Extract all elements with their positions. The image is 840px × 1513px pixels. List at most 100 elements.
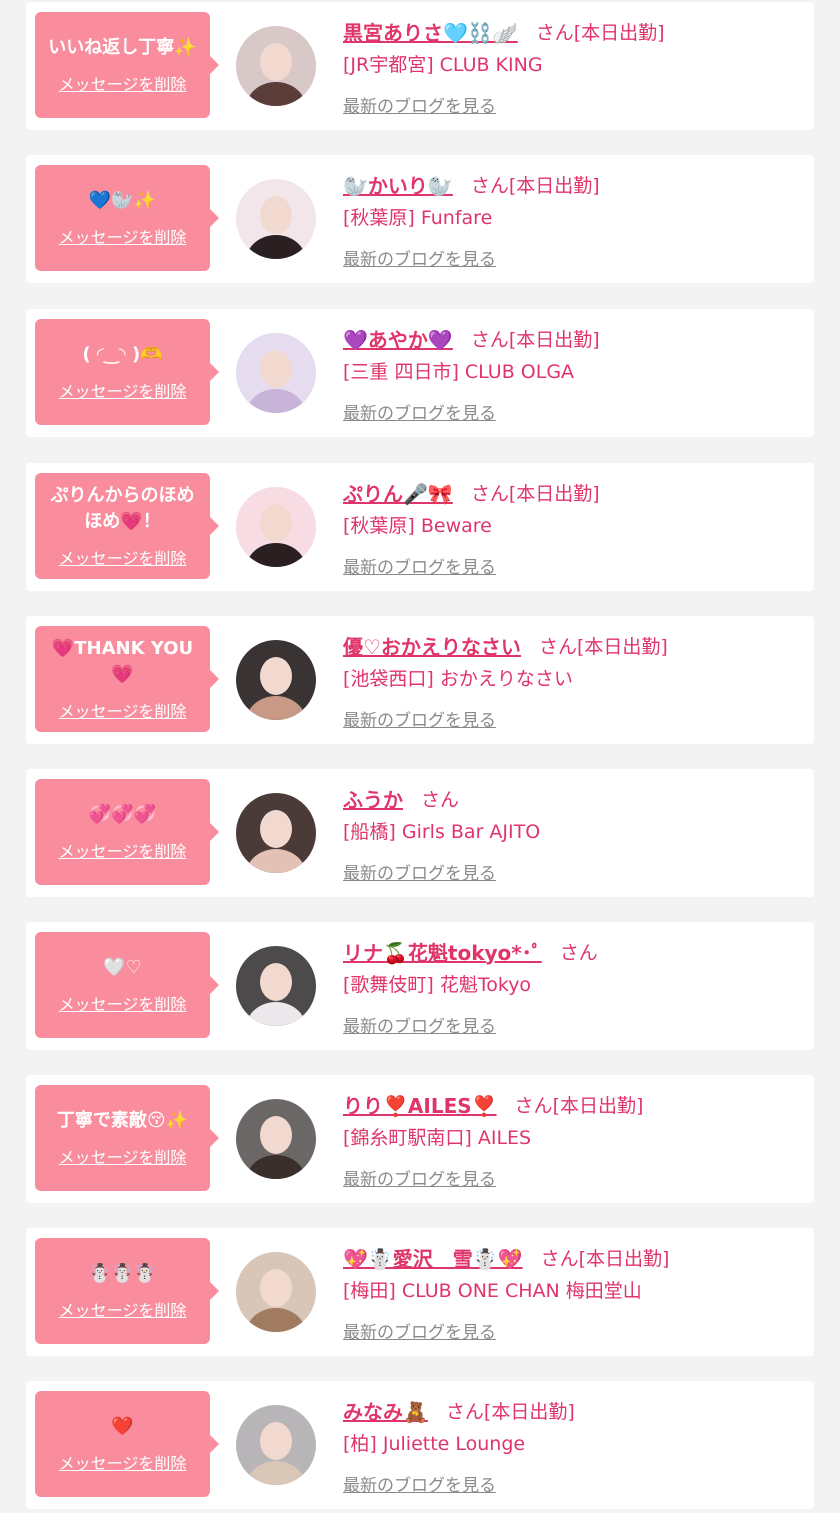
avatar-photo bbox=[236, 640, 316, 720]
cast-name-link[interactable]: 🦭かいり🦭 bbox=[343, 170, 453, 199]
message-text: 🤍♡ bbox=[103, 957, 142, 978]
view-blog-link[interactable]: 最新のブログを見る bbox=[343, 1318, 496, 1343]
message-bubble: 💙🦭✨ メッセージを削除 bbox=[35, 165, 219, 271]
shop-info: [梅田] CLUB ONE CHAN 梅田堂山 bbox=[343, 1280, 642, 1302]
view-blog-link[interactable]: 最新のブログを見る bbox=[343, 245, 496, 270]
cast-card: いいね返し丁寧✨ メッセージを削除 黒宮ありさ🩵⛓️🪽 さん [本日出勤] [J… bbox=[26, 2, 814, 130]
view-blog-link[interactable]: 最新のブログを見る bbox=[343, 859, 496, 884]
cast-card: 💞💞💞 メッセージを削除 ふうか さん [船橋] Girls Bar AJITO… bbox=[26, 769, 814, 897]
avatar[interactable] bbox=[236, 487, 316, 567]
favorite-cast-list: いいね返し丁寧✨ メッセージを削除 黒宮ありさ🩵⛓️🪽 さん [本日出勤] [J… bbox=[0, 0, 840, 1513]
message-text: ☃️☃️☃️ bbox=[88, 1263, 157, 1284]
honorific: さん bbox=[421, 788, 460, 811]
view-blog-link[interactable]: 最新のブログを見る bbox=[343, 1012, 496, 1037]
avatar-photo bbox=[236, 179, 316, 259]
cast-card: 丁寧で素敵😚✨ メッセージを削除 りり❣️AILES❣️ さん [本日出勤] [… bbox=[26, 1075, 814, 1203]
honorific: さん bbox=[470, 174, 509, 197]
shop-info: [歌舞伎町] 花魁Tokyo bbox=[343, 974, 532, 996]
message-text: ( ◜‿◝ )🫶 bbox=[82, 344, 163, 365]
delete-message-link[interactable]: メッセージを削除 bbox=[59, 378, 187, 402]
delete-message-link[interactable]: メッセージを削除 bbox=[59, 1450, 187, 1474]
delete-message-link[interactable]: メッセージを削除 bbox=[59, 838, 187, 862]
cast-name-link[interactable]: ふうか bbox=[343, 784, 403, 813]
shop-info: [秋葉原] Beware bbox=[343, 515, 492, 537]
attendance-status: [本日出勤] bbox=[508, 328, 600, 351]
avatar-photo bbox=[236, 1252, 316, 1332]
attendance-status: [本日出勤] bbox=[483, 1400, 575, 1423]
avatar[interactable] bbox=[236, 1405, 316, 1485]
cast-info: りり❣️AILES❣️ さん [本日出勤] [錦糸町駅南口] AILES 最新の… bbox=[343, 1087, 804, 1191]
delete-message-link[interactable]: メッセージを削除 bbox=[59, 224, 187, 248]
avatar[interactable] bbox=[236, 26, 316, 106]
message-bubble: ❤️ メッセージを削除 bbox=[35, 1391, 219, 1497]
avatar-photo bbox=[236, 487, 316, 567]
shop-info: [池袋西口] おかえりなさい bbox=[343, 668, 573, 690]
attendance-status: [本日出勤] bbox=[573, 21, 665, 44]
shop-info: [秋葉原] Funfare bbox=[343, 207, 493, 229]
avatar-photo bbox=[236, 1099, 316, 1179]
avatar[interactable] bbox=[236, 333, 316, 413]
message-bubble: ☃️☃️☃️ メッセージを削除 bbox=[35, 1238, 219, 1344]
honorific: さん bbox=[559, 941, 598, 964]
cast-info: 💜あやか💜 さん [本日出勤] [三重 四日市] CLUB OLGA 最新のブロ… bbox=[343, 321, 804, 425]
honorific: さん bbox=[470, 328, 509, 351]
cast-name-link[interactable]: 優♡おかえりなさい bbox=[343, 631, 521, 660]
cast-name-link[interactable]: 💖☃️愛沢＿雪☃️💖 bbox=[343, 1243, 523, 1272]
shop-info: [柏] Juliette Lounge bbox=[343, 1433, 526, 1455]
cast-info: 黒宮ありさ🩵⛓️🪽 さん [本日出勤] [JR宇都宮] CLUB KING 最新… bbox=[343, 14, 804, 118]
message-bubble: 💞💞💞 メッセージを削除 bbox=[35, 779, 219, 885]
view-blog-link[interactable]: 最新のブログを見る bbox=[343, 1165, 496, 1190]
cast-info: ふうか さん [船橋] Girls Bar AJITO 最新のブログを見る bbox=[343, 781, 804, 885]
cast-card: ( ◜‿◝ )🫶 メッセージを削除 💜あやか💜 さん [本日出勤] [三重 四日… bbox=[26, 309, 814, 437]
shop-info: [船橋] Girls Bar AJITO bbox=[343, 821, 541, 843]
cast-name-link[interactable]: みなみ🧸 bbox=[343, 1396, 428, 1425]
shop-info: [錦糸町駅南口] AILES bbox=[343, 1127, 532, 1149]
avatar[interactable] bbox=[236, 1252, 316, 1332]
cast-card: 💙🦭✨ メッセージを削除 🦭かいり🦭 さん [本日出勤] [秋葉原] Funfa… bbox=[26, 155, 814, 283]
delete-message-link[interactable]: メッセージを削除 bbox=[59, 698, 187, 722]
view-blog-link[interactable]: 最新のブログを見る bbox=[343, 92, 496, 117]
avatar[interactable] bbox=[236, 946, 316, 1026]
delete-message-link[interactable]: メッセージを削除 bbox=[59, 1297, 187, 1321]
attendance-status: [本日出勤] bbox=[552, 1094, 644, 1117]
delete-message-link[interactable]: メッセージを削除 bbox=[59, 71, 187, 95]
cast-info: リナ🍒花魁tokyo*･ﾟ さん [歌舞伎町] 花魁Tokyo 最新のブログを見… bbox=[343, 934, 804, 1038]
message-bubble: 丁寧で素敵😚✨ メッセージを削除 bbox=[35, 1085, 219, 1191]
message-text: いいね返し丁寧✨ bbox=[48, 37, 197, 58]
cast-name-link[interactable]: 💜あやか💜 bbox=[343, 324, 453, 353]
delete-message-link[interactable]: メッセージを削除 bbox=[59, 545, 187, 569]
avatar[interactable] bbox=[236, 793, 316, 873]
message-bubble: いいね返し丁寧✨ メッセージを削除 bbox=[35, 12, 219, 118]
delete-message-link[interactable]: メッセージを削除 bbox=[59, 991, 187, 1015]
avatar[interactable] bbox=[236, 179, 316, 259]
cast-card: ☃️☃️☃️ メッセージを削除 💖☃️愛沢＿雪☃️💖 さん [本日出勤] [梅田… bbox=[26, 1228, 814, 1356]
cast-name-link[interactable]: リナ🍒花魁tokyo*･ﾟ bbox=[343, 937, 542, 966]
shop-info: [三重 四日市] CLUB OLGA bbox=[343, 361, 575, 383]
cast-info: 💖☃️愛沢＿雪☃️💖 さん [本日出勤] [梅田] CLUB ONE CHAN … bbox=[343, 1240, 804, 1344]
honorific: さん bbox=[538, 635, 577, 658]
view-blog-link[interactable]: 最新のブログを見る bbox=[343, 706, 496, 731]
avatar[interactable] bbox=[236, 640, 316, 720]
avatar-photo bbox=[236, 793, 316, 873]
cast-info: みなみ🧸 さん [本日出勤] [柏] Juliette Lounge 最新のブロ… bbox=[343, 1393, 804, 1497]
message-text: 丁寧で素敵😚✨ bbox=[56, 1110, 189, 1131]
message-text: 💞💞💞 bbox=[88, 804, 157, 825]
delete-message-link[interactable]: メッセージを削除 bbox=[59, 1144, 187, 1168]
avatar-photo bbox=[236, 26, 316, 106]
view-blog-link[interactable]: 最新のブログを見る bbox=[343, 553, 496, 578]
avatar[interactable] bbox=[236, 1099, 316, 1179]
cast-name-link[interactable]: ぷりん🎤🎀 bbox=[343, 478, 453, 507]
cast-name-link[interactable]: りり❣️AILES❣️ bbox=[343, 1090, 497, 1119]
attendance-status: [本日出勤] bbox=[508, 174, 600, 197]
cast-card: 🤍♡ メッセージを削除 リナ🍒花魁tokyo*･ﾟ さん [歌舞伎町] 花魁To… bbox=[26, 922, 814, 1050]
cast-info: 優♡おかえりなさい さん [本日出勤] [池袋西口] おかえりなさい 最新のブロ… bbox=[343, 628, 804, 732]
honorific: さん bbox=[470, 482, 509, 505]
view-blog-link[interactable]: 最新のブログを見る bbox=[343, 399, 496, 424]
cast-name-link[interactable]: 黒宮ありさ🩵⛓️🪽 bbox=[343, 17, 518, 46]
cast-card: ❤️ メッセージを削除 みなみ🧸 さん [本日出勤] [柏] Juliette … bbox=[26, 1381, 814, 1509]
attendance-status: [本日出勤] bbox=[578, 1247, 670, 1270]
avatar-photo bbox=[236, 946, 316, 1026]
honorific: さん bbox=[514, 1094, 553, 1117]
view-blog-link[interactable]: 最新のブログを見る bbox=[343, 1471, 496, 1496]
avatar-photo bbox=[236, 333, 316, 413]
